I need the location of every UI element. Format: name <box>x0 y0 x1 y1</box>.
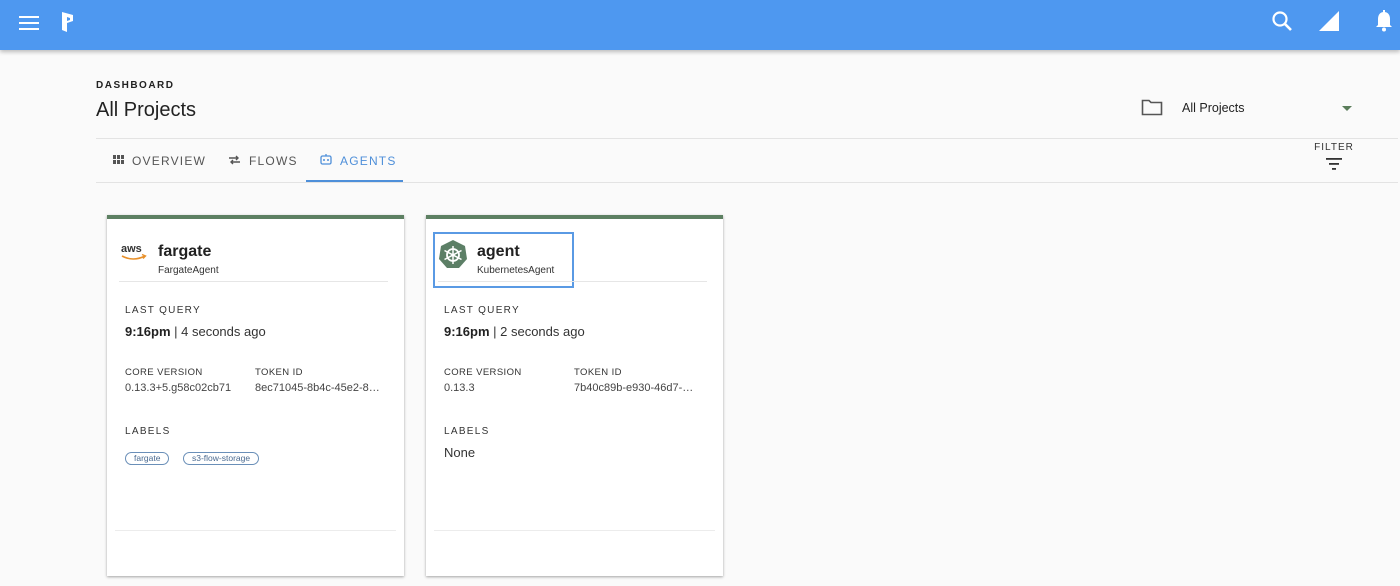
last-query-time: 9:16pm <box>125 324 171 339</box>
token-id-value: 7b40c89b-e930-46d7-… <box>574 382 694 394</box>
filter-label: FILTER <box>1314 142 1354 153</box>
agent-name: fargate <box>158 243 212 260</box>
last-query-label: LAST QUERY <box>125 305 201 316</box>
agent-icon <box>320 154 332 168</box>
divider <box>115 530 396 531</box>
core-version-label: CORE VERSION <box>444 367 522 378</box>
last-query-time: 9:16pm <box>444 324 490 339</box>
labels-none: None <box>444 445 476 460</box>
folder-icon <box>1141 98 1163 118</box>
agent-card-fargate: aws fargate FargateAgent LAST QUERY 9:16… <box>107 215 404 576</box>
divider <box>438 281 707 282</box>
flows-icon <box>228 154 241 168</box>
agent-card-kubernetes: agent KubernetesAgent LAST QUERY 9:16pm … <box>426 215 723 576</box>
grid-icon <box>113 154 124 168</box>
search-icon[interactable] <box>1270 9 1294 33</box>
tab-overview-label: OVERVIEW <box>132 154 207 168</box>
bell-icon[interactable] <box>1373 8 1395 34</box>
agent-type: FargateAgent <box>158 265 219 276</box>
page-eyebrow: DASHBOARD <box>96 80 175 91</box>
tab-flows-label: FLOWS <box>249 154 298 168</box>
core-version-value: 0.13.3 <box>444 382 475 394</box>
divider <box>96 182 1398 183</box>
project-select-value: All Projects <box>1182 101 1245 115</box>
labels-label: LABELS <box>444 426 490 437</box>
tab-agents-label: AGENTS <box>340 154 397 168</box>
project-select[interactable]: All Projects <box>1182 101 1358 121</box>
agent-name: agent <box>477 243 520 260</box>
tab-agents[interactable]: AGENTS <box>306 140 403 182</box>
tab-overview[interactable]: OVERVIEW <box>104 140 215 182</box>
prefect-logo-icon[interactable] <box>58 10 78 34</box>
labels-label: LABELS <box>125 426 171 437</box>
aws-logo-icon: aws <box>119 239 149 269</box>
last-query-relative: | 2 seconds ago <box>489 324 585 339</box>
core-version-value: 0.13.3+5.g58c02cb71 <box>125 382 232 394</box>
chevron-down-icon <box>1342 106 1352 111</box>
label-chip[interactable]: s3-flow-storage <box>183 452 260 465</box>
label-chip[interactable]: fargate <box>125 452 170 465</box>
token-id-label: TOKEN ID <box>255 367 303 378</box>
last-query-relative: | 4 seconds ago <box>170 324 266 339</box>
core-version-label: CORE VERSION <box>125 367 203 378</box>
token-id-value: 8ec71045-8b4c-45e2-8… <box>255 382 380 394</box>
filter-button[interactable]: FILTER <box>1312 142 1356 178</box>
kubernetes-helm-icon <box>438 239 468 269</box>
divider <box>434 530 715 531</box>
menu-icon[interactable] <box>18 12 40 34</box>
divider <box>96 138 1398 139</box>
token-id-label: TOKEN ID <box>574 367 622 378</box>
divider <box>119 281 388 282</box>
signal-icon <box>1316 9 1342 33</box>
last-query-value: 9:16pm | 4 seconds ago <box>125 324 266 339</box>
page-title: All Projects <box>96 99 197 121</box>
last-query-label: LAST QUERY <box>444 305 520 316</box>
svg-text:aws: aws <box>121 243 142 255</box>
agent-type: KubernetesAgent <box>477 265 555 276</box>
top-app-bar <box>0 0 1400 50</box>
tab-flows[interactable]: FLOWS <box>219 140 307 182</box>
filter-icon <box>1326 158 1342 170</box>
last-query-value: 9:16pm | 2 seconds ago <box>444 324 585 339</box>
